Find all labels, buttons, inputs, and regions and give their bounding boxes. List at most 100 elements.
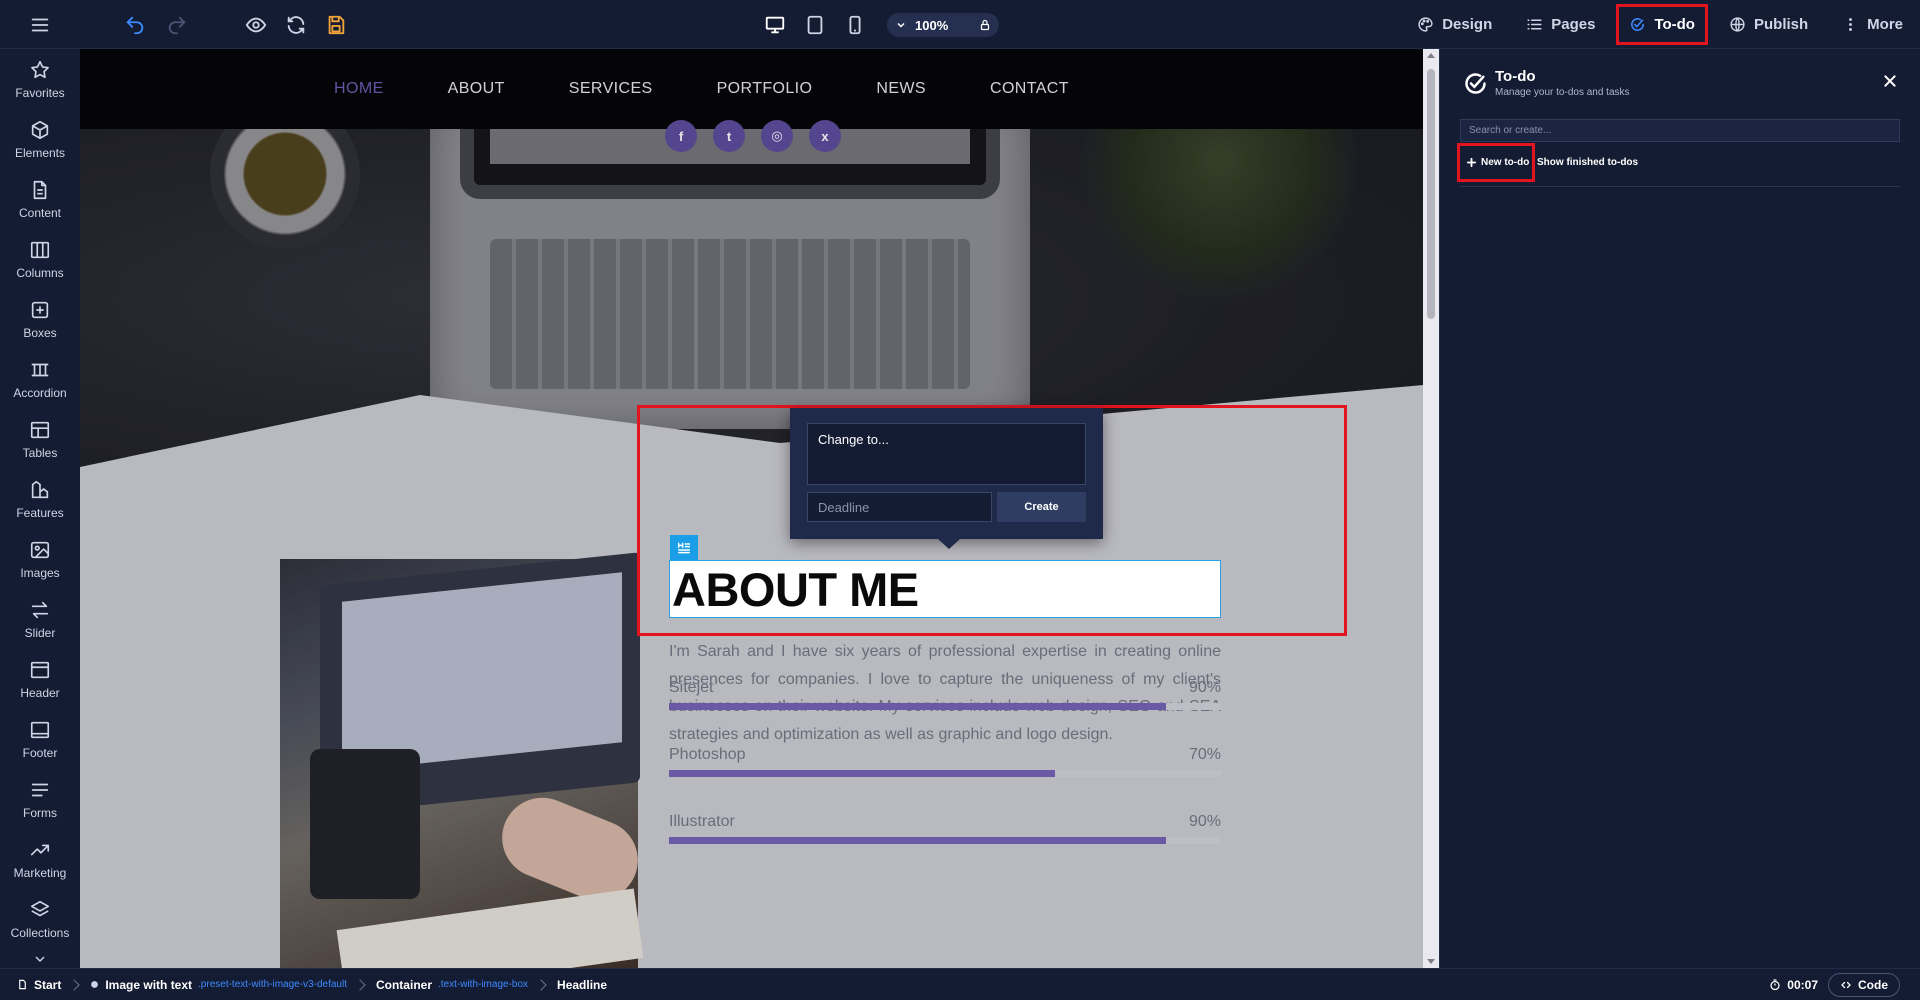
deadline-field[interactable] [807, 492, 992, 522]
nav-publish-button[interactable]: Publish [1712, 0, 1825, 49]
code-button[interactable]: Code [1828, 973, 1900, 997]
scrollbar-thumb[interactable] [1427, 69, 1435, 319]
sidebar-item-header[interactable]: Header [0, 649, 80, 709]
document-icon [29, 179, 51, 201]
columns-icon [29, 239, 51, 261]
sidebar-item-elements[interactable]: Elements [0, 109, 80, 169]
header-icon [29, 659, 51, 681]
skill-fill [669, 703, 1166, 710]
chevron-right-icon [68, 978, 81, 991]
sidebar-item-label: Collections [10, 925, 70, 940]
redo-icon[interactable] [162, 10, 192, 40]
sidebar-item-label: Favorites [15, 85, 65, 100]
star-icon [29, 59, 51, 81]
chevron-down-icon[interactable] [895, 19, 907, 31]
breadcrumb-class: .text-with-image-box [438, 979, 529, 990]
nav-publish-label: Publish [1753, 16, 1809, 33]
sidebar-item-accordion[interactable]: Accordion [0, 349, 80, 409]
sidebar-item-marketing[interactable]: Marketing [0, 829, 80, 889]
todo-text-field[interactable]: Change to... [807, 423, 1086, 485]
breadcrumb-headline[interactable]: Headline [557, 978, 607, 992]
sidebar-item-boxes[interactable]: Boxes [0, 289, 80, 349]
breadcrumb-label: Image with text [105, 977, 193, 992]
skill-name: Photoshop [669, 746, 746, 763]
dots-vertical-icon [1842, 16, 1859, 33]
preview-eye-icon[interactable] [241, 10, 271, 40]
image-icon [29, 539, 51, 561]
chevron-right-icon [354, 978, 366, 991]
sidebar-scroll-down-icon[interactable] [0, 951, 80, 967]
plus-icon [1466, 157, 1477, 168]
skill-track [669, 837, 1221, 844]
skill-track [669, 703, 1221, 710]
sidebar-item-features[interactable]: Features [0, 469, 80, 529]
breadcrumb-label: Headline [557, 977, 608, 992]
breadcrumb-label: Container [375, 977, 432, 992]
sidebar-item-label: Boxes [23, 325, 57, 340]
sidebar-item-label: Forms [23, 805, 57, 820]
breadcrumb-container[interactable]: Container .text-with-image-box [376, 978, 528, 992]
sidebar-item-label: Footer [22, 745, 58, 760]
sidebar-item-label: Marketing [13, 865, 67, 880]
scroll-up-icon[interactable] [1427, 53, 1435, 58]
desktop-icon[interactable] [760, 10, 790, 40]
skill-name: Sitejet [669, 679, 714, 696]
layers-icon [29, 899, 51, 921]
refresh-icon[interactable] [281, 10, 311, 40]
sidebar-item-images[interactable]: Images [0, 529, 80, 589]
sidebar-item-label: Features [16, 505, 64, 520]
sidebar-item-slider[interactable]: Slider [0, 589, 80, 649]
nav-design-label: Design [1442, 16, 1493, 33]
sidebar-item-columns[interactable]: Columns [0, 229, 80, 289]
breadcrumb-start[interactable]: Start [17, 978, 61, 992]
sidebar-item-content[interactable]: Content [0, 169, 80, 229]
breadcrumb-image-with-text[interactable]: Image with text .preset-text-with-image-… [90, 978, 347, 992]
accordion-icon [29, 359, 51, 381]
palette-icon [1417, 16, 1434, 33]
editor-canvas[interactable]: HOME ABOUT SERVICES PORTFOLIO NEWS CONTA… [80, 49, 1423, 968]
zoom-control[interactable]: 100% [887, 13, 999, 37]
status-right: 00:07 Code [1769, 969, 1920, 1000]
sidebar-item-forms[interactable]: Forms [0, 769, 80, 829]
nav-todo-button[interactable]: To-do [1612, 0, 1712, 49]
lock-icon[interactable] [979, 19, 991, 31]
new-todo-button[interactable]: New to-do [1457, 143, 1535, 182]
sidebar-item-label: Slider [24, 625, 56, 640]
show-finished-todos-button[interactable]: Show finished to-dos [1537, 157, 1638, 168]
nav-pages-button[interactable]: Pages [1509, 0, 1612, 49]
create-button[interactable]: Create [997, 492, 1086, 522]
skill-value: 90% [1188, 813, 1221, 830]
forms-icon [29, 779, 51, 801]
chevron-right-icon [535, 978, 547, 991]
mobile-icon[interactable] [840, 10, 870, 40]
todo-create-popup: Change to... Create [790, 408, 1103, 549]
nav-design-button[interactable]: Design [1400, 0, 1509, 49]
sidebar-item-collections[interactable]: Collections [0, 889, 80, 949]
globe-icon [1729, 16, 1746, 33]
skill-value: 90% [1188, 679, 1221, 696]
code-icon [1840, 979, 1852, 991]
skill-bar-sitejet[interactable]: Sitejet 90% [669, 679, 1221, 710]
check-circle-icon [1462, 70, 1489, 97]
skill-fill [669, 770, 1056, 777]
tablet-icon[interactable] [800, 10, 830, 40]
sidebar-item-footer[interactable]: Footer [0, 709, 80, 769]
top-toolbar: 100% Design Pages To-do Publish More [0, 0, 1920, 49]
sidebar-item-label: Accordion [13, 385, 67, 400]
scroll-down-icon[interactable] [1427, 959, 1435, 964]
skill-bar-photoshop[interactable]: Photoshop 70% [669, 746, 1221, 777]
canvas-scrollbar[interactable] [1423, 49, 1439, 968]
undo-icon[interactable] [120, 10, 150, 40]
todo-search-input[interactable] [1460, 119, 1900, 142]
breadcrumb: Start Image with text .preset-text-with-… [0, 978, 607, 992]
panel-subtitle: Manage your to-dos and tasks [1495, 87, 1630, 98]
sidebar-item-favorites[interactable]: Favorites [0, 49, 80, 109]
nav-more-button[interactable]: More [1825, 0, 1920, 49]
nav-todo-label: To-do [1654, 16, 1695, 33]
sidebar-item-tables[interactable]: Tables [0, 409, 80, 469]
save-icon[interactable] [321, 10, 351, 40]
close-icon[interactable] [1882, 73, 1898, 89]
skill-bar-illustrator[interactable]: Illustrator 90% [669, 813, 1221, 844]
breadcrumb-class: .preset-text-with-image-v3-default [198, 979, 347, 990]
menu-icon[interactable] [25, 10, 55, 40]
